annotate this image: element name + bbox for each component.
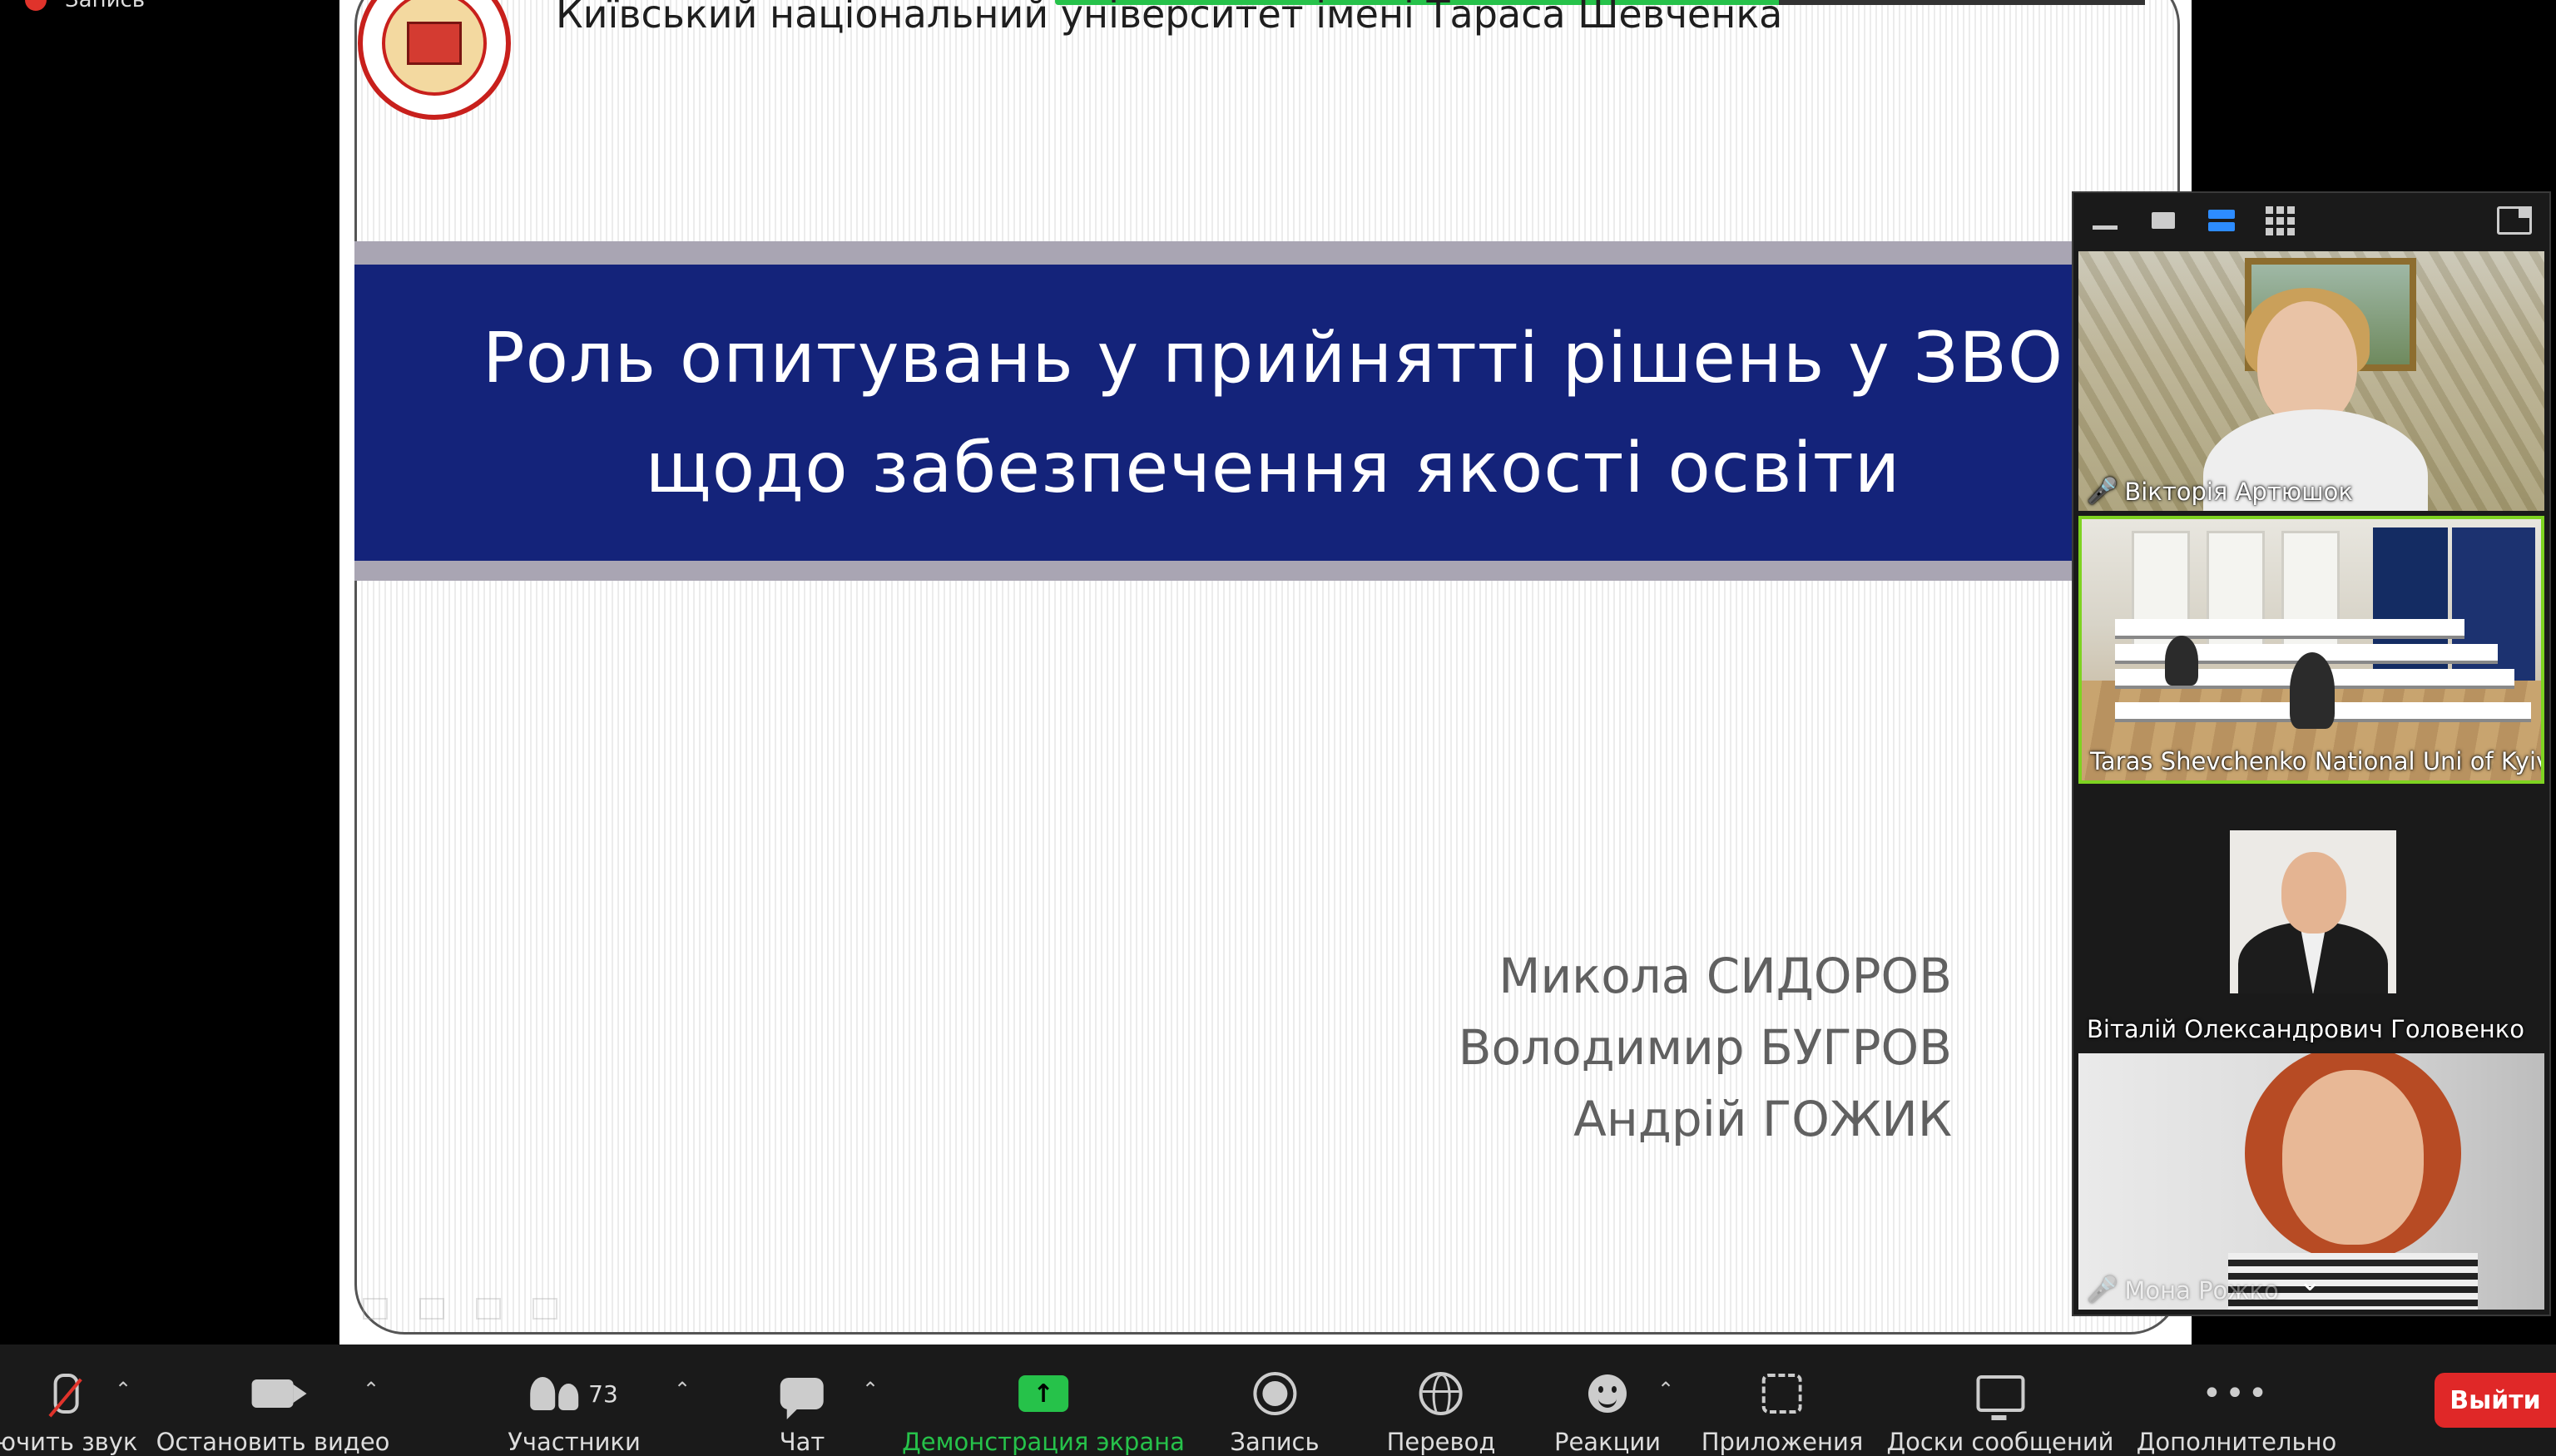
author-1: Микола СИДОРОВ	[1498, 948, 1952, 1004]
apps-icon	[1762, 1374, 1802, 1414]
reactions-button[interactable]: Реакции	[1554, 1345, 1661, 1456]
slide-navigation	[363, 1298, 557, 1320]
photo-face	[2281, 852, 2346, 934]
whiteboard-icon	[1976, 1375, 2024, 1420]
translation-button[interactable]: Перевод	[1386, 1345, 1496, 1456]
participant-name-label: Віталій Олександрович Головенко	[2087, 1015, 2524, 1043]
popout-icon	[2497, 206, 2532, 235]
video-gallery-panel: 🎤 Вікторія Артюшок Taras Shevchenko Nati…	[2072, 191, 2551, 1316]
author-2: Володимир БУГРОВ	[1458, 1019, 1952, 1076]
record-button[interactable]: Запись	[1230, 1345, 1320, 1456]
participant-face	[2257, 301, 2357, 426]
reactions-options-caret-icon[interactable]: ⌃	[1657, 1378, 1674, 1401]
strip-view-icon	[2208, 210, 2235, 231]
mic-muted-icon: 🎤	[2087, 477, 2118, 506]
participant-face	[2282, 1070, 2424, 1245]
participant-tile-1[interactable]: 🎤 Вікторія Артюшок	[2078, 251, 2544, 511]
gallery-toolbar	[2073, 193, 2549, 248]
profile-photo	[2230, 830, 2396, 993]
participants-options-caret-icon[interactable]: ⌃	[674, 1378, 691, 1401]
strip-view-button[interactable]	[2197, 193, 2246, 248]
authors-block: Микола СИДОРОВ Володимир БУГРОВ Андрій Г…	[1459, 940, 1952, 1155]
share-screen-arrow-icon: ↑	[1018, 1375, 1068, 1412]
share-screen-button[interactable]: ↑ Демонстрация экрана	[902, 1345, 1185, 1456]
recording-dot-icon	[25, 0, 47, 11]
more-dots-icon: •••	[2202, 1374, 2271, 1413]
title-band: Роль опитувань у прийнятті рішень у ЗВО …	[354, 265, 2192, 561]
participant-name: Віталій Олександрович Головенко	[2087, 1015, 2525, 1043]
participant-name: Taras Shevchenko National Uni of Kyiv	[2090, 747, 2544, 775]
globe-icon	[1419, 1372, 1463, 1415]
chat-options-caret-icon[interactable]: ⌃	[862, 1378, 879, 1401]
participant-tile-4[interactable]: 🎤 Мона Рожко ⌄	[2078, 1053, 2544, 1310]
slide-pen-icon[interactable]	[419, 1298, 444, 1320]
video-camera-icon	[251, 1379, 307, 1408]
stop-video-button[interactable]: Остановить видео	[156, 1345, 390, 1456]
building-emblem-icon	[407, 22, 462, 65]
audio-options-caret-icon[interactable]: ⌃	[115, 1378, 131, 1401]
title-band-bottom-stripe	[354, 561, 2192, 581]
sharing-indicator-bar-end	[1779, 0, 2145, 5]
university-seal	[382, 0, 487, 96]
participants-icon	[530, 1377, 579, 1410]
participant-name-label: 🎤 Вікторія Артюшок	[2087, 477, 2353, 506]
university-name: Київський національний університет імені…	[556, 0, 1783, 37]
participant-name-label: 🎤 Мона Рожко	[2087, 1275, 2279, 1305]
chat-label: Чат	[779, 1428, 825, 1456]
stop-video-label: Остановить видео	[156, 1428, 390, 1456]
meeting-controls-toolbar: ючить звук ⌃ Остановить видео ⌃ 73 Участ…	[0, 1345, 2556, 1456]
recording-indicator[interactable]: Запись	[25, 0, 145, 13]
minimize-icon	[2093, 225, 2118, 230]
scroll-down-chevron-icon[interactable]: ⌄	[2298, 1265, 2322, 1298]
slide-title-line-2: щодо забезпечення якості освіти	[645, 427, 1901, 508]
reactions-label: Реакции	[1553, 1428, 1662, 1456]
unmute-label: ючить звук	[0, 1428, 138, 1456]
shared-screen: Київський національний університет імені…	[339, 0, 2192, 1345]
leave-meeting-button[interactable]: Выйти	[2435, 1373, 2556, 1428]
whiteboards-label: Доски сообщений	[1886, 1428, 2114, 1456]
participants-button[interactable]: 73 Участники	[508, 1345, 641, 1456]
title-band-top-stripe	[354, 241, 2192, 265]
participant-name-label: Taras Shevchenko National Uni of Kyiv	[2090, 747, 2544, 775]
participant-name: Мона Рожко	[2124, 1275, 2279, 1305]
share-screen-label: Демонстрация экрана	[902, 1428, 1185, 1456]
more-button[interactable]: ••• Дополнительно	[2137, 1345, 2337, 1456]
slide-next-icon[interactable]	[532, 1298, 557, 1320]
speaker-view-icon	[2152, 212, 2175, 229]
whiteboards-button[interactable]: Доски сообщений	[1886, 1345, 2114, 1456]
translation-label: Перевод	[1386, 1428, 1496, 1456]
participant-tile-2[interactable]: Taras Shevchenko National Uni of Kyiv	[2078, 516, 2544, 784]
slide-menu-icon[interactable]	[476, 1298, 501, 1320]
participant-name: Вікторія Артюшок	[2124, 477, 2353, 506]
recording-label: Запись	[65, 0, 146, 12]
gallery-view-button[interactable]	[2255, 193, 2305, 248]
smiley-icon	[1588, 1374, 1627, 1413]
conference-table	[2115, 619, 2464, 639]
record-label: Запись	[1230, 1428, 1320, 1456]
author-3: Андрій ГОЖИК	[1573, 1091, 1952, 1147]
more-label: Дополнительно	[2136, 1428, 2337, 1456]
grid-view-icon	[2265, 206, 2295, 235]
slide-title-line-1: Роль опитувань у прийнятті рішень у ЗВО	[482, 317, 2064, 399]
minimize-button[interactable]	[2080, 193, 2130, 248]
participants-label: Участники	[508, 1428, 641, 1456]
chat-bubble-icon	[780, 1378, 824, 1419]
participants-count: 73	[588, 1379, 618, 1408]
apps-label: Приложения	[1701, 1428, 1864, 1456]
speaker-view-button[interactable]	[2138, 193, 2188, 248]
mic-muted-icon	[53, 1374, 79, 1414]
record-icon	[1253, 1372, 1296, 1415]
chat-button[interactable]: Чат	[780, 1345, 825, 1456]
participant-figure	[2165, 636, 2198, 686]
apps-button[interactable]: Приложения	[1701, 1345, 1864, 1456]
popout-button[interactable]	[2489, 193, 2539, 248]
slide-prev-icon[interactable]	[363, 1298, 388, 1320]
participant-figure	[2290, 652, 2335, 729]
video-options-caret-icon[interactable]: ⌃	[363, 1378, 379, 1401]
participant-tile-3[interactable]: Віталій Олександрович Головенко	[2078, 789, 2544, 1048]
mic-muted-icon: 🎤	[2087, 1275, 2118, 1305]
